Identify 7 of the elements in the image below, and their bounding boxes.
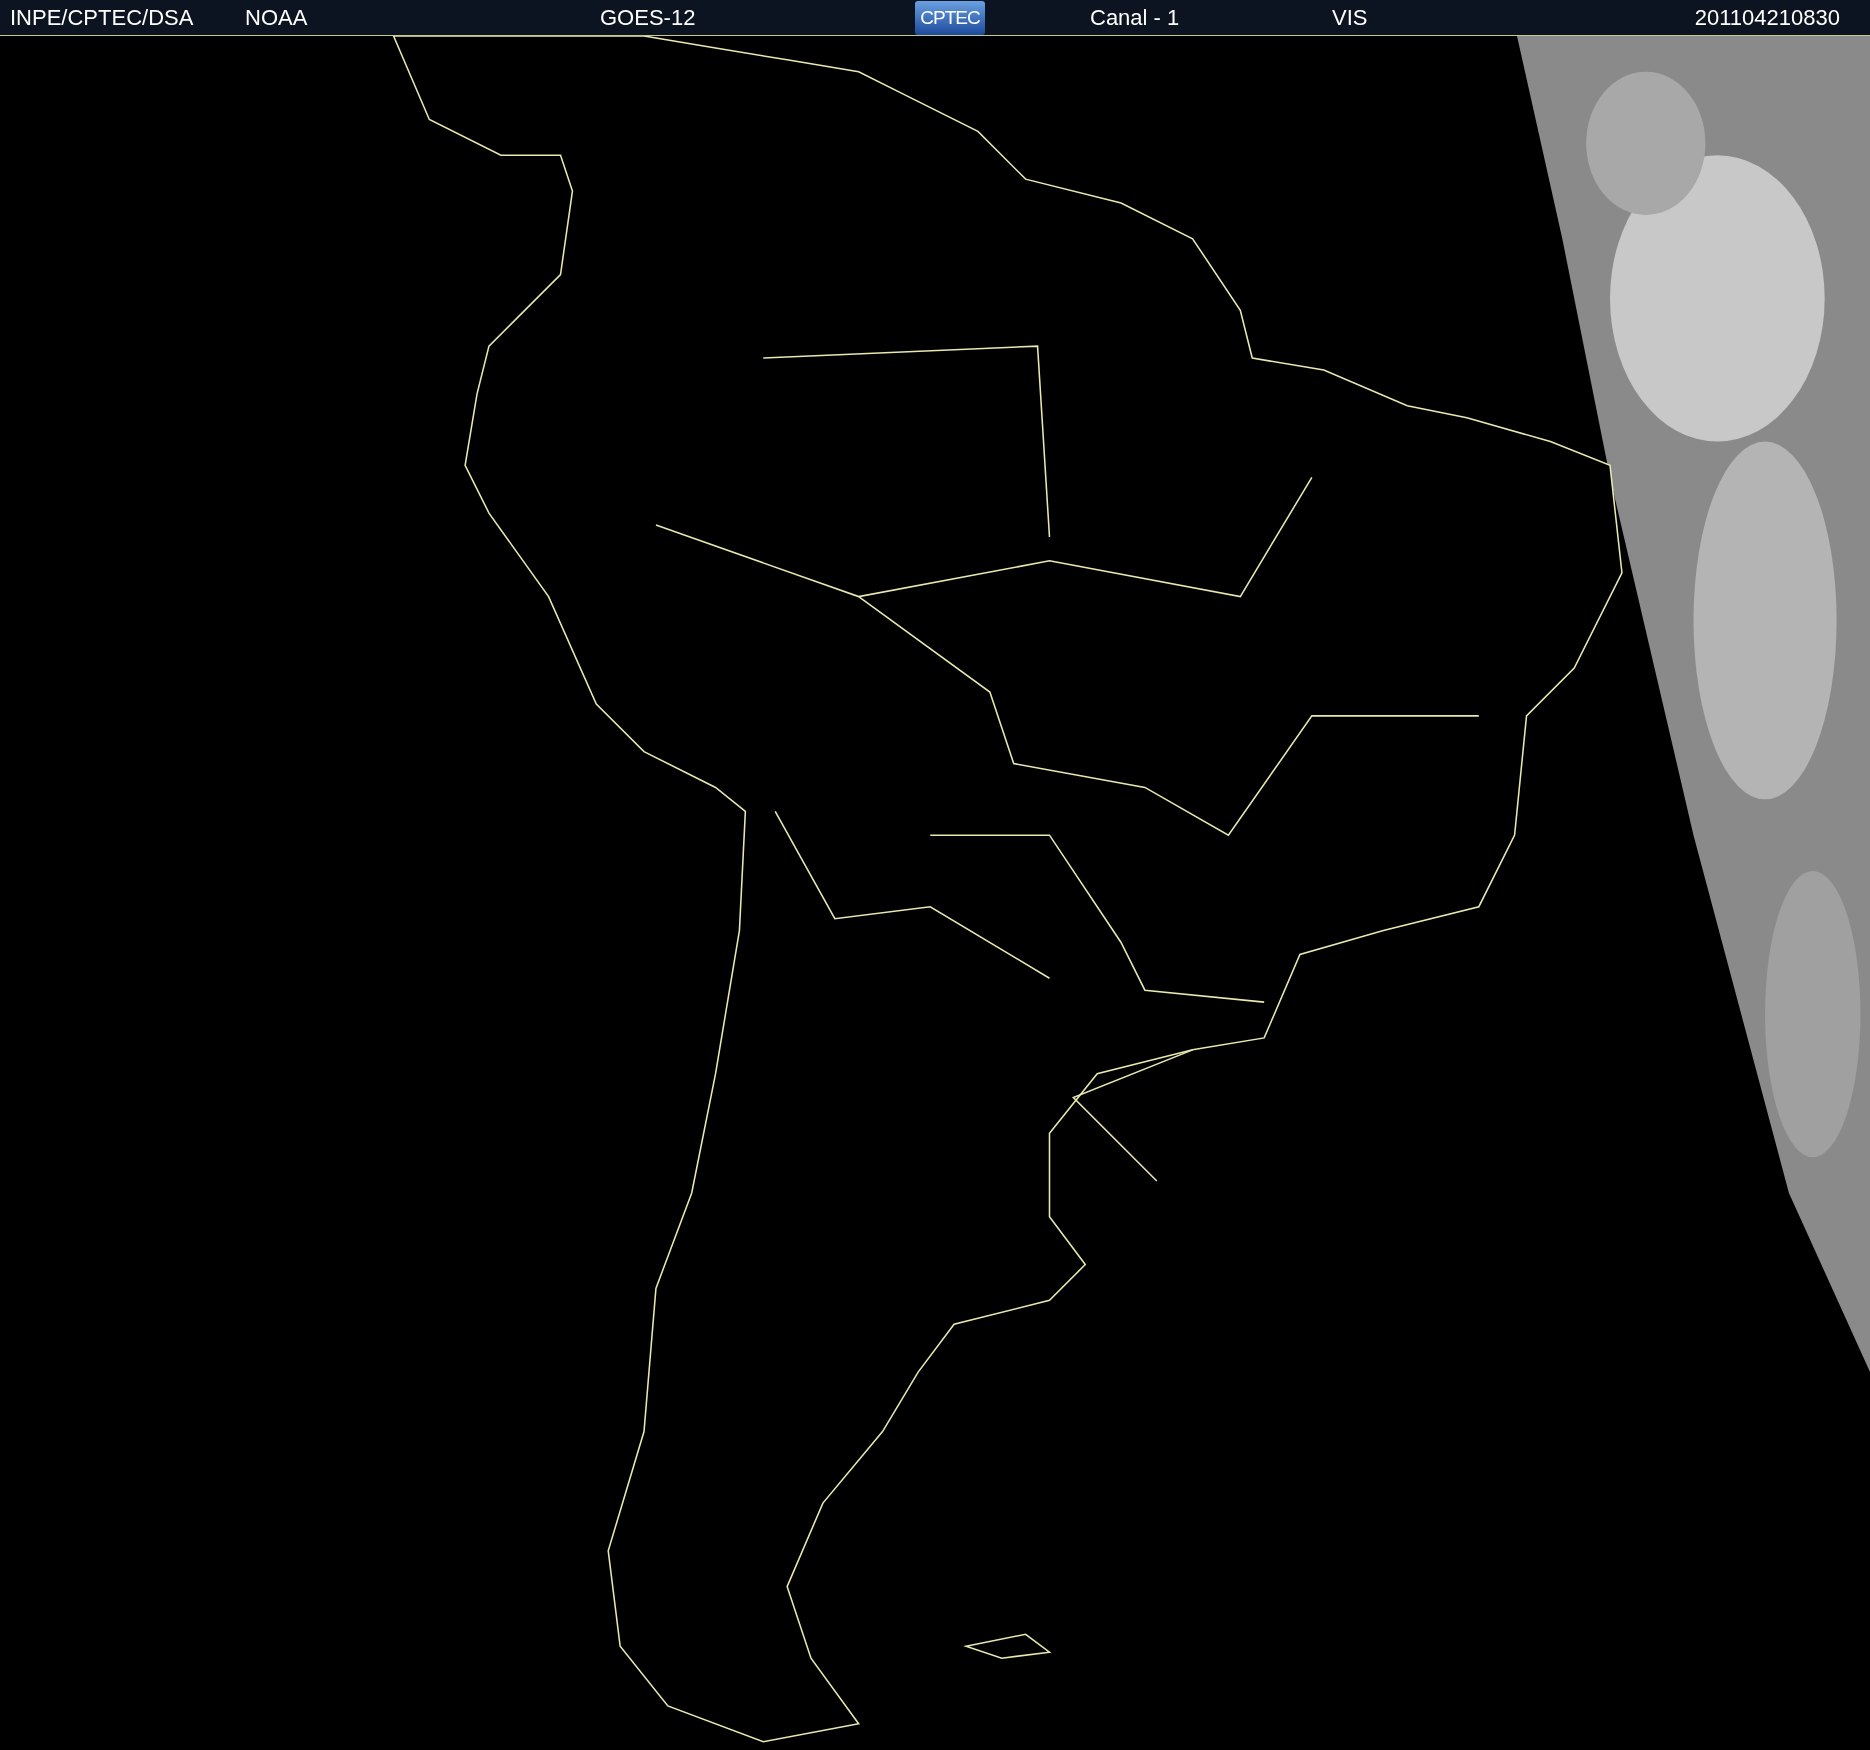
satellite-label: GOES-12 xyxy=(600,4,697,31)
band-label: VIS xyxy=(1332,4,1369,31)
timestamp-label: 201104210830 xyxy=(1694,4,1840,31)
channel-label: Canal - 1 xyxy=(1090,4,1181,31)
logo: CPTEC xyxy=(915,0,985,35)
source-label: INPE/CPTEC/DSA xyxy=(10,4,195,31)
agency-label: NOAA xyxy=(245,4,309,31)
